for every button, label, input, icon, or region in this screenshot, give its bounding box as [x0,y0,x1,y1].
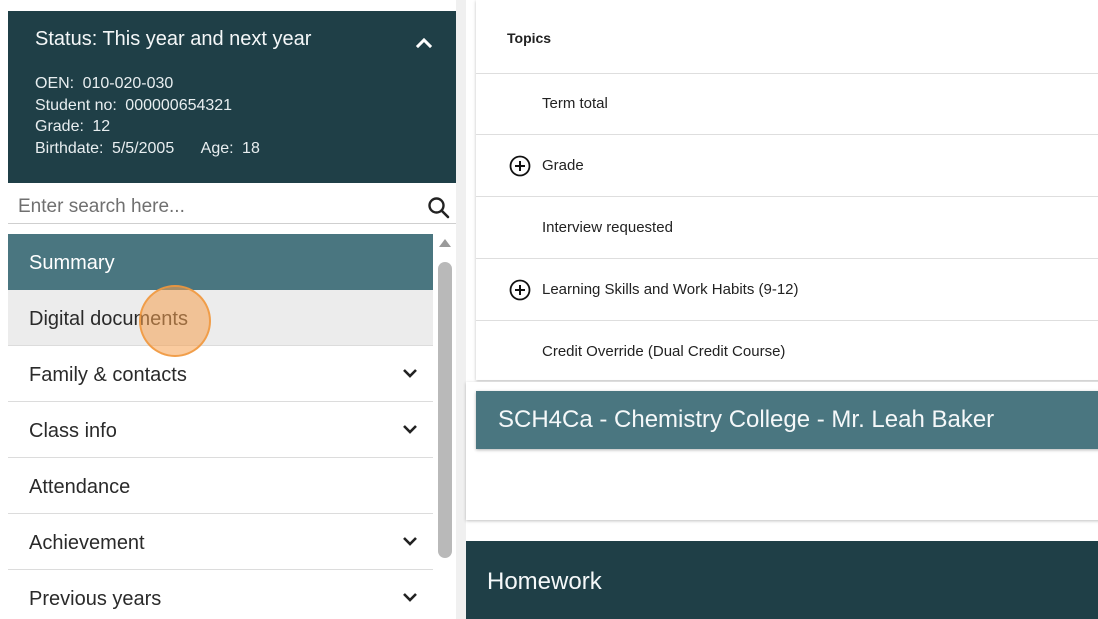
nav-item-label: Digital documents [29,308,188,330]
nav-item-label: Class info [29,420,117,442]
age-label: Age: [200,139,234,157]
oen-value: 010-020-030 [82,75,174,92]
topic-row-term-total: Term total [476,73,1098,135]
topics-header: Topics [507,30,552,46]
nav-item-class-info[interactable]: Class info [8,402,433,458]
topic-label: Interview requested [542,219,673,236]
birthdate-value: 5/5/2005 [111,139,175,157]
nav-item-label: Attendance [29,476,131,498]
search-bar [8,193,456,224]
nav-item-achievement[interactable]: Achievement [8,514,433,570]
topic-label: Credit Override (Dual Credit Course) [542,343,786,360]
topic-label: Learning Skills and Work Habits (9-12) [542,281,799,298]
course-title: SCH4Ca - Chemistry College - Mr. Leah Ba… [498,406,995,433]
oen-row: OEN: 010-020-030 [35,73,264,95]
topics-card: Topics Term total Grade Interview reques… [476,0,1098,380]
plus-circle-icon[interactable] [509,279,531,301]
chevron-down-icon [403,537,417,546]
status-title: Status: This year and next year [35,28,312,50]
oen-label: OEN: [35,75,75,92]
nav-item-previous-years[interactable]: Previous years [8,570,433,619]
homework-title: Homework [487,568,602,595]
birthdate-label: Birthdate: [35,139,104,157]
chevron-down-icon [403,593,417,602]
age-value: 18 [242,139,260,157]
student-no-row: Student no: 000000654321 [35,95,264,117]
nav-item-attendance[interactable]: Attendance [8,458,433,514]
scroll-thumb[interactable] [438,262,452,558]
panel-divider [456,0,466,619]
student-info: OEN: 010-020-030 Student no: 00000065432… [35,73,264,159]
birthdate-row: Birthdate: 5/5/2005 Age: 18 [35,138,264,160]
student-sidebar: Status: This year and next year OEN: 010… [8,11,456,619]
topic-row-interview-requested: Interview requested [476,197,1098,259]
student-status-panel: Status: This year and next year OEN: 010… [8,11,456,183]
nav-item-label: Previous years [29,588,162,610]
scroll-up-arrow-icon[interactable] [438,236,452,248]
nav-item-digital-documents[interactable]: Digital documents [8,290,433,346]
topic-row-learning-skills: Learning Skills and Work Habits (9-12) [476,259,1098,321]
chevron-down-icon [403,369,417,378]
chevron-down-icon [403,425,417,434]
course-header[interactable]: SCH4Ca - Chemistry College - Mr. Leah Ba… [476,391,1098,449]
topic-label: Grade [542,157,584,174]
student-no-label: Student no: [35,96,117,114]
nav-scrollbar[interactable] [438,234,452,619]
topic-row-grade: Grade [476,135,1098,197]
topics-header-row: Topics [476,12,1098,74]
nav-item-label: Summary [29,252,115,274]
search-button[interactable] [426,195,452,221]
nav-menu: Summary Digital documents Family & conta… [8,234,433,619]
topic-label: Term total [542,95,608,112]
nav-item-label: Family & contacts [29,364,187,386]
grade-label: Grade: [35,118,84,135]
homework-header[interactable]: Homework [466,541,1098,619]
search-input[interactable] [18,193,418,221]
plus-circle-icon[interactable] [509,155,531,177]
nav-item-label: Achievement [29,532,145,554]
grade-value: 12 [92,118,111,135]
topic-row-credit-override: Credit Override (Dual Credit Course) [476,321,1098,382]
student-no-value: 000000654321 [125,96,233,114]
grade-row: Grade: 12 [35,116,264,138]
nav-item-family-contacts[interactable]: Family & contacts [8,346,433,402]
chevron-up-icon [415,37,433,49]
nav-item-summary[interactable]: Summary [8,234,433,290]
collapse-status-button[interactable] [412,31,436,55]
search-icon [428,197,450,219]
